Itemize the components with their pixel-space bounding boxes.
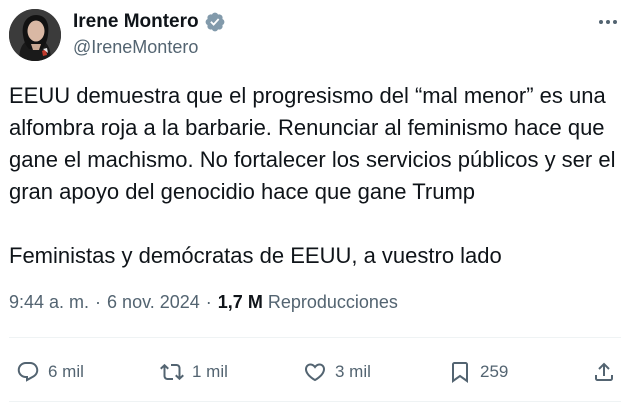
repost-count: 1 mil: [192, 362, 228, 381]
tweet-paragraph: EEUU demuestra que el progresismo del “m…: [9, 83, 616, 204]
heart-icon: [304, 363, 326, 382]
tweet: Irene Montero @IreneMontero EEUU demuest…: [0, 0, 630, 408]
bookmark-icon: [452, 362, 468, 383]
more-dots-icon[interactable]: [596, 12, 620, 32]
divider: [9, 401, 621, 402]
views-count: 1,7 M: [217, 292, 263, 312]
tweet-time[interactable]: 9:44 a. m.: [9, 292, 89, 313]
verified-badge-icon[interactable]: [204, 11, 226, 33]
action-bar: 6 mil 1 mil 3 mil 259: [0, 352, 630, 392]
like-count: 3 mil: [335, 362, 371, 381]
name-row: Irene Montero: [73, 9, 226, 35]
reply-icon: [17, 362, 39, 382]
bookmark-count: 259: [480, 362, 509, 381]
reply-button[interactable]: 6 mil: [16, 358, 84, 386]
tweet-text: EEUU demuestra que el progresismo del “m…: [9, 80, 621, 272]
meta-separator: ·: [95, 292, 102, 312]
meta-separator: ·: [205, 292, 212, 312]
repost-icon: [160, 363, 184, 381]
tweet-date[interactable]: 6 nov. 2024: [107, 292, 200, 313]
repost-button[interactable]: 1 mil: [160, 358, 228, 386]
tweet-paragraph: Feministas y demócratas de EEUU, a vuest…: [9, 243, 502, 268]
views-label: Reproducciones: [267, 292, 398, 312]
divider: [9, 337, 621, 338]
share-icon: [595, 362, 613, 381]
reply-count: 6 mil: [48, 362, 84, 381]
avatar[interactable]: [9, 9, 61, 61]
display-name[interactable]: Irene Montero: [73, 11, 199, 33]
handle[interactable]: @IreneMontero: [73, 37, 198, 58]
tweet-meta: 9:44 a. m. · 6 nov. 2024 · 1,7 M Reprodu…: [9, 292, 398, 313]
like-button[interactable]: 3 mil: [303, 358, 371, 386]
avatar-image: [9, 9, 61, 61]
bookmark-button[interactable]: 259: [448, 358, 508, 386]
share-button[interactable]: [592, 358, 616, 386]
